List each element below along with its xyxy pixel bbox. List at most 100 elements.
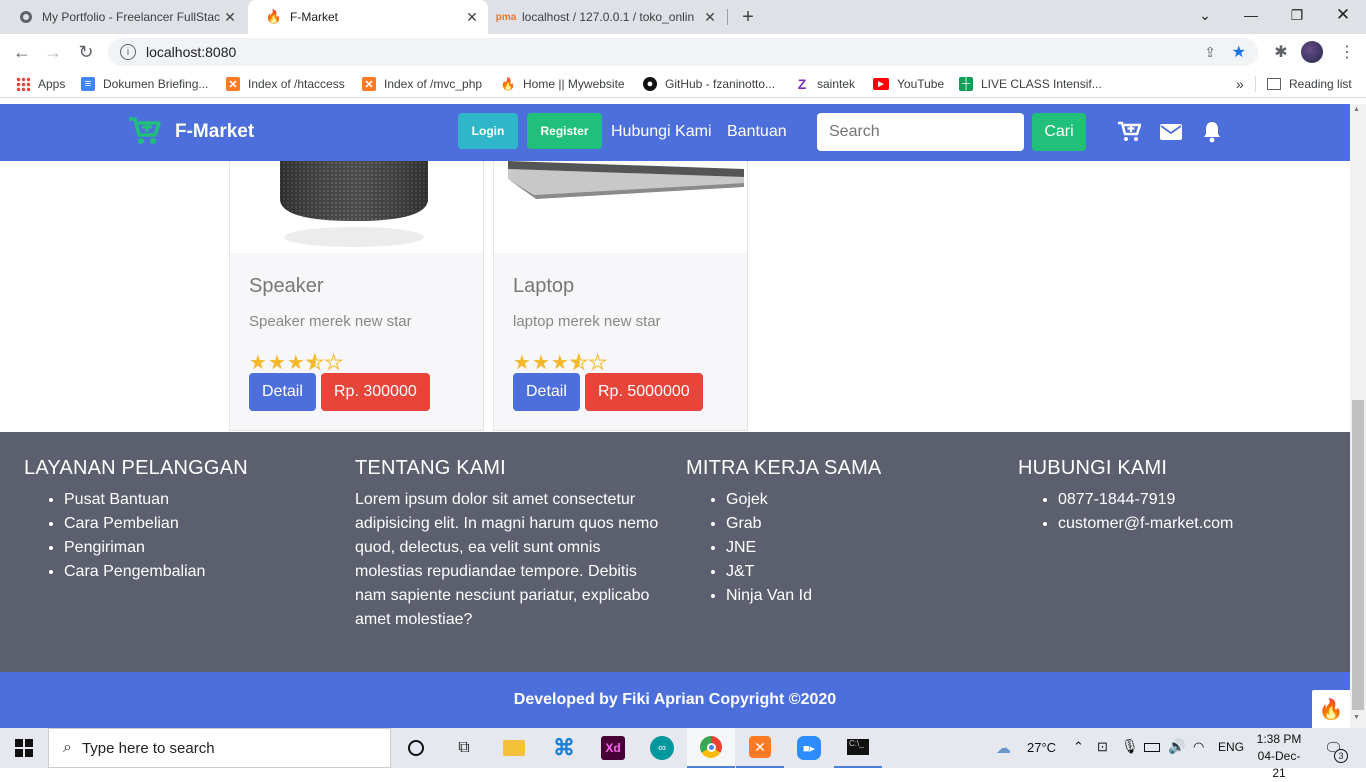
info-icon[interactable]: i bbox=[120, 44, 136, 60]
minimize-icon[interactable]: — bbox=[1228, 0, 1274, 30]
language-indicator[interactable]: ENG bbox=[1218, 740, 1244, 754]
network-device-icon[interactable]: ⊡ bbox=[1097, 739, 1108, 755]
bookmark-star-icon[interactable]: ★ bbox=[1232, 42, 1246, 62]
close-tab-icon[interactable]: ✕ bbox=[220, 9, 240, 26]
extensions-icon[interactable]: ✱ bbox=[1266, 34, 1296, 70]
windows-taskbar: ⌕ Type here to search ⧉ ⌘ Xd ∞ ✕ ■▸ C:\_… bbox=[0, 728, 1366, 780]
footer-link[interactable]: Pengiriman bbox=[64, 536, 334, 560]
bookmark-youtube[interactable]: ▶ YouTube bbox=[873, 70, 944, 98]
address-bar[interactable]: i localhost:8080 ⇪ ★ bbox=[108, 38, 1258, 66]
detail-button[interactable]: Detail bbox=[249, 373, 316, 411]
file-explorer-icon[interactable] bbox=[490, 728, 538, 768]
star-icon: ★ bbox=[550, 352, 570, 374]
bookmark-label: Dokumen Briefing... bbox=[103, 77, 209, 91]
scroll-up-arrow-icon[interactable]: ▲ bbox=[1353, 106, 1360, 113]
footer-email[interactable]: customer@f-market.com bbox=[1058, 512, 1328, 536]
chrome-taskbar-icon[interactable] bbox=[687, 728, 735, 768]
terminal-icon[interactable]: C:\_ bbox=[834, 728, 882, 768]
product-image-laptop[interactable] bbox=[494, 161, 747, 253]
clock-time: 1:38 PM bbox=[1256, 732, 1302, 746]
scroll-down-arrow-icon[interactable]: ▼ bbox=[1353, 714, 1360, 721]
microphone-icon[interactable]: 🎙 bbox=[1121, 738, 1139, 755]
footer-partner: Ninja Van Id bbox=[726, 584, 996, 608]
product-image-speaker[interactable] bbox=[230, 161, 483, 253]
tab-f-market[interactable]: 🔥 F-Market ✕ bbox=[248, 0, 488, 34]
price-button[interactable]: Rp. 300000 bbox=[321, 373, 430, 411]
star-half-icon: ★ bbox=[305, 352, 325, 375]
bookmark-saintek[interactable]: Z saintek bbox=[795, 70, 855, 98]
menu-dots-icon[interactable]: ⋮ bbox=[1332, 34, 1362, 70]
weather-temp[interactable]: 27°C bbox=[1027, 740, 1056, 755]
browser-tab-strip: My Portfolio - Freelancer FullStac ✕ 🔥 F… bbox=[0, 0, 1366, 34]
bookmark-mvc-php[interactable]: ✕ Index of /mvc_php bbox=[362, 70, 482, 98]
zoom-icon[interactable]: ■▸ bbox=[785, 728, 833, 768]
tab-phpmyadmin[interactable]: pma localhost / 127.0.0.1 / toko_onlin ✕ bbox=[490, 0, 726, 34]
price-button[interactable]: Rp. 5000000 bbox=[585, 373, 703, 411]
taskbar-search[interactable]: ⌕ Type here to search bbox=[48, 728, 391, 768]
scrollbar-thumb[interactable] bbox=[1352, 400, 1364, 710]
share-icon[interactable]: ⇪ bbox=[1204, 44, 1216, 61]
windows-start-icon[interactable] bbox=[0, 728, 48, 768]
rating-stars: ★★★★★ bbox=[249, 350, 344, 375]
bookmark-label: Index of /htaccess bbox=[248, 77, 345, 91]
forward-icon[interactable]: → bbox=[38, 34, 68, 70]
bookmark-label: Apps bbox=[38, 77, 66, 91]
reload-icon[interactable]: ↻ bbox=[71, 34, 101, 70]
nav-link-help[interactable]: Bantuan bbox=[727, 123, 787, 141]
footer-link[interactable]: Pusat Bantuan bbox=[64, 488, 334, 512]
xampp-taskbar-icon[interactable]: ✕ bbox=[736, 728, 784, 768]
adobe-xd-icon[interactable]: Xd bbox=[589, 728, 637, 768]
chevron-up-icon[interactable]: ⌃ bbox=[1073, 739, 1084, 755]
back-icon[interactable]: ← bbox=[7, 34, 37, 70]
envelope-icon[interactable] bbox=[1160, 124, 1182, 143]
xampp-icon: ✕ bbox=[226, 77, 240, 91]
tab-search-icon[interactable]: ⌄ bbox=[1182, 0, 1228, 30]
bookmark-dokumen[interactable]: ≡ Dokumen Briefing... bbox=[81, 70, 208, 98]
bookmark-label: LIVE CLASS Intensif... bbox=[981, 77, 1102, 91]
phpmyadmin-icon: pma bbox=[495, 11, 517, 23]
codeigniter-toolbar-icon[interactable]: 🔥 bbox=[1312, 690, 1350, 728]
tab-portfolio[interactable]: My Portfolio - Freelancer FullStac ✕ bbox=[0, 0, 246, 34]
bookmark-label: YouTube bbox=[897, 77, 945, 91]
close-tab-icon[interactable]: ✕ bbox=[462, 9, 482, 26]
bell-icon[interactable] bbox=[1202, 121, 1222, 146]
new-tab-button[interactable]: + bbox=[736, 4, 760, 30]
volume-icon[interactable]: 🔊 bbox=[1168, 738, 1185, 755]
task-view-icon[interactable]: ⧉ bbox=[440, 728, 488, 768]
reading-list-button[interactable]: Reading list bbox=[1267, 70, 1352, 98]
product-card: Laptop laptop merek new star ★★★★★ Detai… bbox=[493, 161, 748, 431]
brand-name: F-Market bbox=[175, 121, 255, 142]
search-button[interactable]: Cari bbox=[1032, 113, 1086, 151]
brand-link[interactable]: F-Market bbox=[127, 114, 254, 150]
bookmark-github[interactable]: ● GitHub - fzaninotto... bbox=[643, 70, 775, 98]
search-input[interactable] bbox=[817, 113, 1024, 151]
footer-partner: Grab bbox=[726, 512, 996, 536]
footer-link[interactable]: Cara Pengembalian bbox=[64, 560, 334, 584]
battery-icon[interactable] bbox=[1144, 743, 1160, 752]
nav-link-contact[interactable]: Hubungi Kami bbox=[611, 123, 712, 141]
register-button[interactable]: Register bbox=[527, 113, 602, 149]
product-title: Laptop bbox=[513, 275, 575, 297]
bookmark-apps[interactable]: Apps bbox=[16, 70, 65, 98]
restore-icon[interactable]: ❐ bbox=[1274, 0, 1320, 30]
profile-avatar[interactable] bbox=[1301, 41, 1323, 63]
more-bookmarks-icon[interactable]: » bbox=[1236, 70, 1244, 98]
close-tab-icon[interactable]: ✕ bbox=[700, 9, 720, 26]
bookmark-mywebsite[interactable]: 🔥 Home || Mywebsite bbox=[501, 70, 625, 98]
product-description: laptop merek new star bbox=[513, 313, 661, 330]
clock[interactable]: 1:38 PM 04-Dec-21 bbox=[1252, 731, 1306, 782]
vscode-icon[interactable]: ⌘ bbox=[540, 728, 588, 768]
bookmark-live-class[interactable]: ┼ LIVE CLASS Intensif... bbox=[959, 70, 1102, 98]
cortana-icon[interactable] bbox=[392, 728, 440, 768]
bookmark-htaccess[interactable]: ✕ Index of /htaccess bbox=[226, 70, 345, 98]
arduino-icon[interactable]: ∞ bbox=[638, 728, 686, 768]
close-window-icon[interactable]: ✕ bbox=[1320, 0, 1366, 30]
footer-contact: HUBUNGI KAMI 0877-1844-7919 customer@f-m… bbox=[1018, 457, 1328, 536]
wifi-icon[interactable]: ◠ bbox=[1193, 739, 1204, 755]
detail-button[interactable]: Detail bbox=[513, 373, 580, 411]
cart-icon[interactable] bbox=[1117, 121, 1142, 146]
weather-icon[interactable]: ☁ bbox=[996, 739, 1011, 757]
footer-link[interactable]: Cara Pembelian bbox=[64, 512, 334, 536]
login-button[interactable]: Login bbox=[458, 113, 518, 149]
apps-grid-icon bbox=[16, 77, 30, 91]
